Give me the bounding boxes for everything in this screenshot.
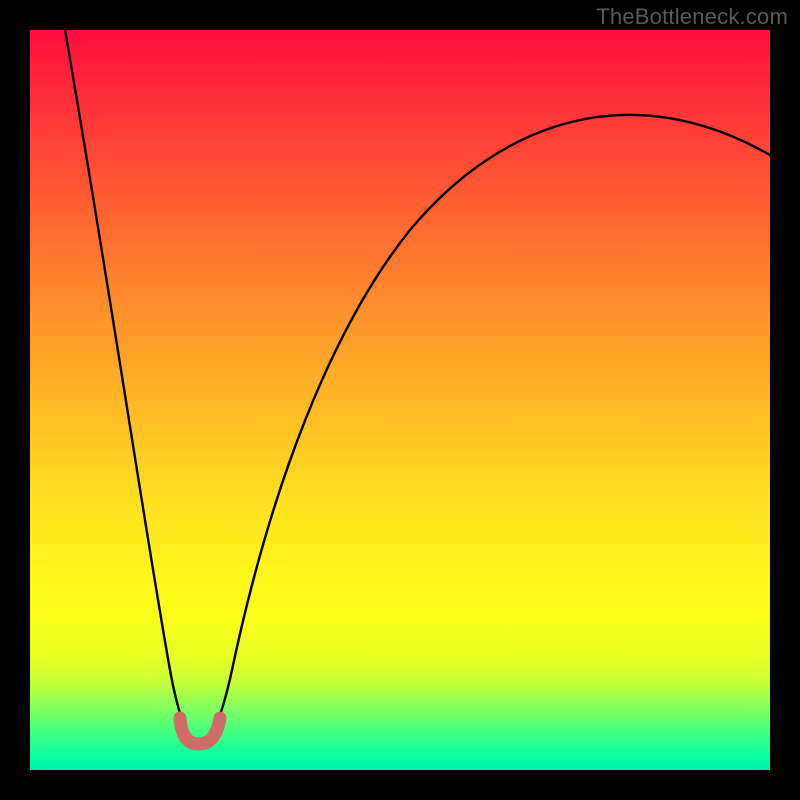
bottleneck-curve	[65, 30, 770, 742]
optimal-zone-marker	[180, 718, 220, 744]
curve-layer	[30, 30, 770, 770]
watermark-text: TheBottleneck.com	[596, 4, 788, 30]
plot-area	[30, 30, 770, 770]
chart-frame: TheBottleneck.com	[0, 0, 800, 800]
